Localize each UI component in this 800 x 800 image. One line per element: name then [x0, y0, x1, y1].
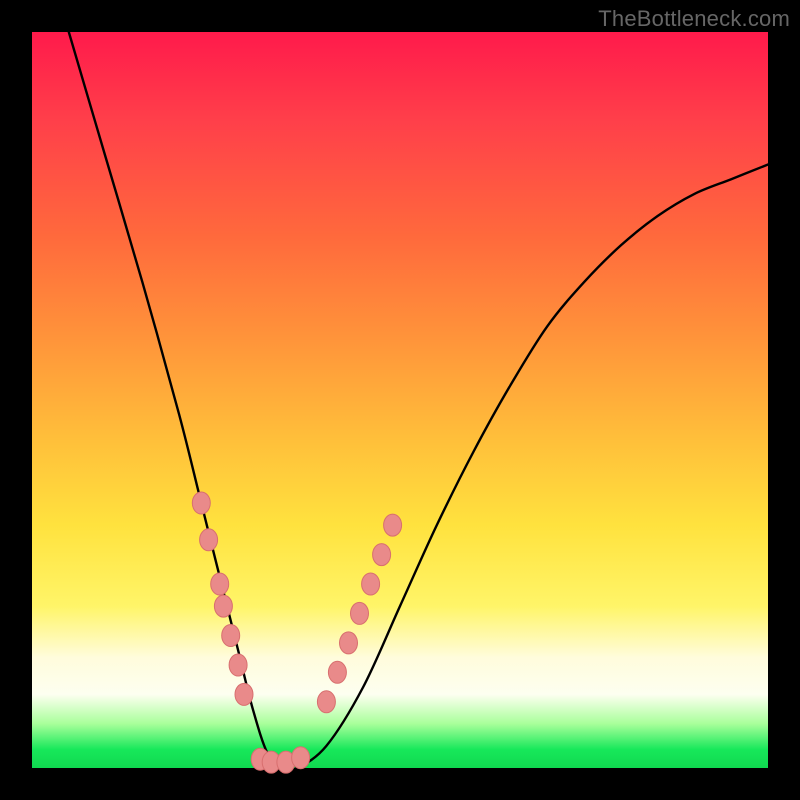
- marker-dot: [200, 529, 218, 551]
- curve-layer: [32, 32, 768, 768]
- marker-dot: [373, 544, 391, 566]
- marker-dot: [222, 625, 240, 647]
- marker-dot: [192, 492, 210, 514]
- plot-area: [32, 32, 768, 768]
- marker-dot: [328, 661, 346, 683]
- marker-dot: [317, 691, 335, 713]
- bottleneck-curve: [69, 32, 768, 770]
- marker-dot: [235, 683, 253, 705]
- marker-dot: [292, 747, 310, 769]
- watermark-text: TheBottleneck.com: [598, 6, 790, 32]
- marker-dot: [229, 654, 247, 676]
- marker-dot: [214, 595, 232, 617]
- curve-markers: [192, 492, 401, 773]
- marker-dot: [362, 573, 380, 595]
- marker-dot: [384, 514, 402, 536]
- marker-dot: [340, 632, 358, 654]
- chart-frame: TheBottleneck.com: [0, 0, 800, 800]
- marker-dot: [351, 602, 369, 624]
- marker-dot: [211, 573, 229, 595]
